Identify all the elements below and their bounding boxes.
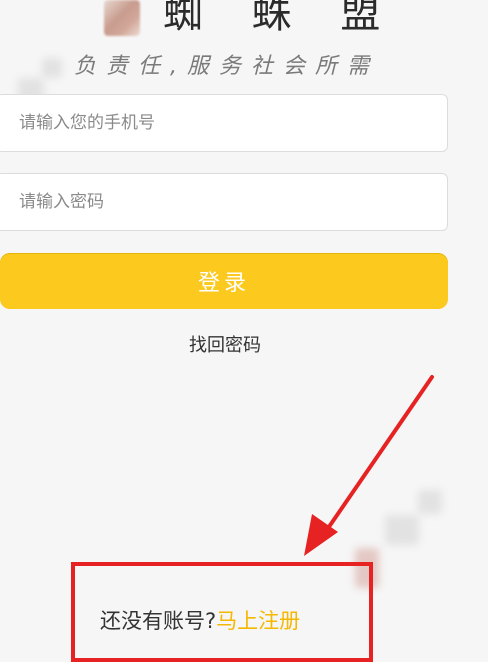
no-account-text: 还没有账号? bbox=[100, 609, 217, 633]
signup-prompt: 还没有账号?马上注册 bbox=[100, 607, 300, 635]
annotation-arrow-icon bbox=[304, 375, 434, 556]
signup-link[interactable]: 马上注册 bbox=[216, 609, 300, 633]
